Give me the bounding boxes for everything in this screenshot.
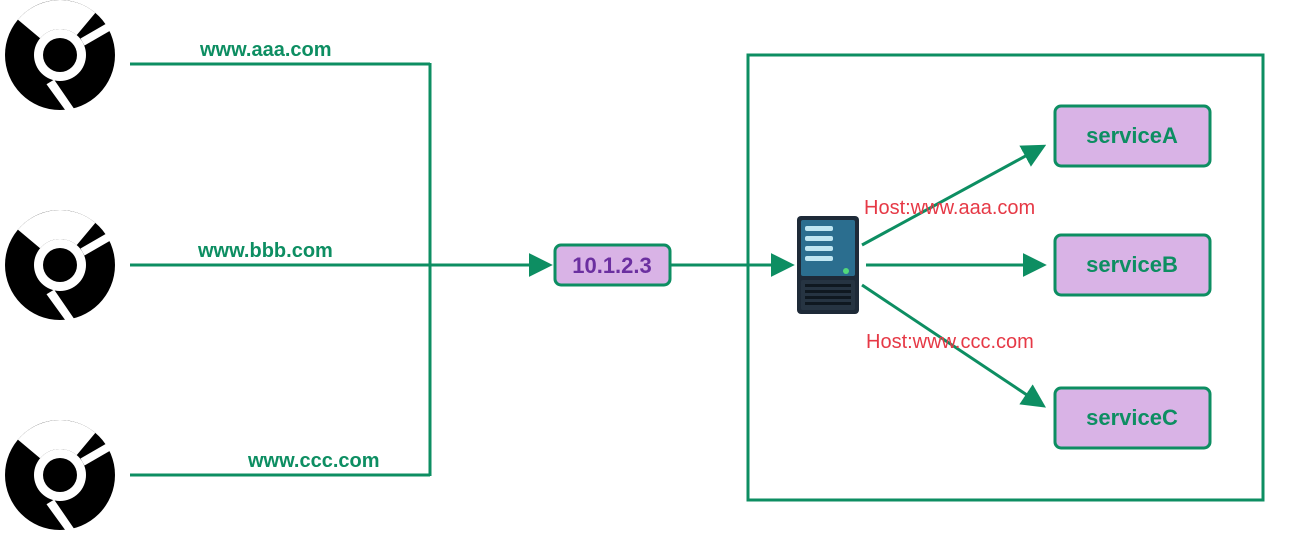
browser-icon-1 [5,0,115,114]
ip-box: 10.1.2.3 [555,245,670,285]
host-annotation-top: Host:www.aaa.com [864,197,1035,219]
browser-icon-2 [5,188,115,325]
server-icon [797,216,859,314]
domain-label-3: www.ccc.com [247,450,380,472]
service-b-label: serviceB [1086,252,1178,277]
service-a-label: serviceA [1086,123,1178,148]
service-c-box: serviceC [1055,388,1210,448]
domain-label-1: www.aaa.com [199,39,332,61]
service-c-label: serviceC [1086,405,1178,430]
domain-label-2: www.bbb.com [197,240,333,262]
service-a-box: serviceA [1055,106,1210,166]
host-annotation-bottom: Host:www.ccc.com [866,331,1034,353]
service-b-box: serviceB [1055,235,1210,295]
browser-icon-3 [5,398,115,535]
ip-label: 10.1.2.3 [572,253,652,278]
